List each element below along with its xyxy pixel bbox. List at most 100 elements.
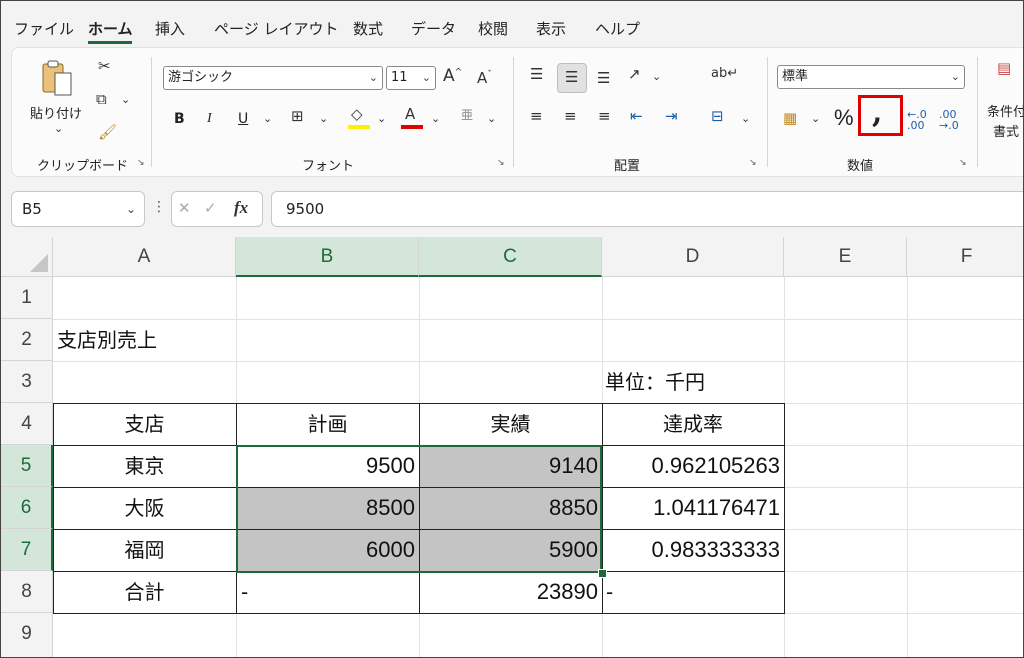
format-painter-icon[interactable]: 🖌 <box>98 125 117 140</box>
chevron-down-icon: ⌄ <box>950 70 960 83</box>
cancel-icon[interactable]: ✕ <box>178 201 191 216</box>
accounting-dropdown-icon[interactable]: ⌄ <box>811 113 820 124</box>
cut-icon[interactable]: ✂ <box>98 59 111 74</box>
align-center-icon[interactable]: ≡ <box>564 109 577 124</box>
font-size-combo[interactable]: 11 ⌄ <box>386 66 436 90</box>
tab-data[interactable]: データ <box>411 18 456 39</box>
row-header-7[interactable]: 7 <box>1 529 53 571</box>
row-header-3[interactable]: 3 <box>1 361 53 403</box>
increase-decimal-icon[interactable]: ←.0.00 <box>907 109 927 131</box>
cell-a4[interactable]: 支店 <box>53 403 236 445</box>
cell-a5[interactable]: 東京 <box>53 445 236 487</box>
bottom-align-icon[interactable]: ☰ <box>597 71 610 86</box>
cell-b4[interactable]: 計画 <box>236 403 419 445</box>
merge-center-icon[interactable]: ⊟ <box>711 109 724 124</box>
row-header-8[interactable]: 8 <box>1 571 53 613</box>
fill-handle[interactable] <box>598 569 607 578</box>
copy-icon[interactable]: ⧉ <box>96 92 107 107</box>
bold-button[interactable]: B <box>174 111 185 127</box>
font-name-combo[interactable]: 游ゴシック ⌄ <box>163 66 383 90</box>
cell-d6[interactable]: 1.041176471 <box>602 487 784 529</box>
column-header-d[interactable]: D <box>602 237 784 277</box>
fill-color-icon[interactable]: ◇ <box>351 107 363 122</box>
accounting-format-icon[interactable]: ▦ <box>783 111 797 126</box>
middle-align-button[interactable]: ☰ <box>557 63 587 93</box>
paste-dropdown-icon[interactable]: ⌄ <box>54 123 63 134</box>
row-header-1[interactable]: 1 <box>1 277 53 319</box>
column-header-b[interactable]: B <box>236 237 419 277</box>
underline-button[interactable]: U <box>238 111 248 127</box>
clipboard-launcher-icon[interactable]: ↘ <box>137 159 146 168</box>
paste-label[interactable]: 貼り付け <box>30 103 82 122</box>
orientation-dropdown-icon[interactable]: ⌄ <box>652 71 661 82</box>
percent-style-button[interactable]: % <box>834 105 854 131</box>
row-header-4[interactable]: 4 <box>1 403 53 445</box>
tab-file[interactable]: ファイル <box>14 18 74 39</box>
cell-a7[interactable]: 福岡 <box>53 529 236 571</box>
formula-input[interactable]: 9500 <box>271 191 1023 227</box>
conditional-formatting-label-2[interactable]: 書式 <box>993 121 1019 140</box>
orientation-icon[interactable]: ↗ <box>628 67 641 82</box>
cell-d7[interactable]: 0.983333333 <box>602 529 784 571</box>
tab-home[interactable]: ホーム <box>88 18 133 39</box>
tab-view[interactable]: 表示 <box>536 18 566 39</box>
borders-dropdown-icon[interactable]: ⌄ <box>319 113 328 124</box>
column-header-a[interactable]: A <box>53 237 236 277</box>
phonetic-guide-icon[interactable]: 亜 <box>461 109 473 121</box>
active-tab-indicator <box>88 41 132 44</box>
fill-color-dropdown-icon[interactable]: ⌄ <box>377 113 386 124</box>
column-header-e[interactable]: E <box>784 237 907 277</box>
paste-icon[interactable] <box>39 59 79 96</box>
borders-icon[interactable]: ⊞ <box>291 109 304 124</box>
tab-help[interactable]: ヘルプ <box>595 18 640 39</box>
select-all-corner[interactable] <box>1 237 53 277</box>
number-launcher-icon[interactable]: ↘ <box>959 159 968 168</box>
merge-dropdown-icon[interactable]: ⌄ <box>741 113 750 124</box>
wrap-text-icon[interactable]: ab↵ <box>711 67 738 80</box>
conditional-formatting-label-1[interactable]: 条件付 <box>987 101 1023 120</box>
phonetic-dropdown-icon[interactable]: ⌄ <box>487 113 496 124</box>
font-color-icon[interactable]: A <box>405 107 415 122</box>
row-header-2[interactable]: 2 <box>1 319 53 361</box>
increase-indent-icon[interactable]: ⇥ <box>665 109 678 124</box>
conditional-formatting-icon[interactable]: ▤ <box>997 61 1011 76</box>
font-group-label: フォント <box>302 159 355 174</box>
copy-dropdown-icon[interactable]: ⌄ <box>121 94 130 105</box>
decrease-indent-icon[interactable]: ⇤ <box>630 109 643 124</box>
column-header-c[interactable]: C <box>419 237 602 277</box>
enter-icon[interactable]: ✓ <box>204 201 217 216</box>
insert-function-button[interactable]: fx <box>234 198 248 218</box>
row-header-5[interactable]: 5 <box>1 445 53 487</box>
number-format-combo[interactable]: 標準 ⌄ <box>777 65 965 89</box>
column-header-f[interactable]: F <box>907 237 1023 277</box>
cell-a6[interactable]: 大阪 <box>53 487 236 529</box>
underline-dropdown-icon[interactable]: ⌄ <box>263 113 272 124</box>
tab-insert[interactable]: 挿入 <box>155 18 185 39</box>
tab-review[interactable]: 校閲 <box>478 18 508 39</box>
more-options-icon[interactable]: ⋮ <box>152 200 166 214</box>
row-header-6[interactable]: 6 <box>1 487 53 529</box>
cell-d4[interactable]: 達成率 <box>602 403 784 445</box>
cell-a2[interactable]: 支店別売上 <box>57 319 237 361</box>
cell-d5[interactable]: 0.962105263 <box>602 445 784 487</box>
row-header-9[interactable]: 9 <box>1 613 53 657</box>
cell-c4[interactable]: 実績 <box>419 403 602 445</box>
align-left-icon[interactable]: ≡ <box>530 109 543 124</box>
cell-d8[interactable]: - <box>606 571 784 613</box>
decrease-font-size-icon[interactable]: Aˇ <box>477 71 492 86</box>
tab-formulas[interactable]: 数式 <box>353 18 383 39</box>
cell-b8[interactable]: - <box>241 571 419 613</box>
font-color-dropdown-icon[interactable]: ⌄ <box>431 113 440 124</box>
align-right-icon[interactable]: ≡ <box>598 109 611 124</box>
name-box[interactable]: B5 ⌄ <box>11 191 145 227</box>
tab-page-layout[interactable]: ページ レイアウト <box>214 18 338 39</box>
font-launcher-icon[interactable]: ↘ <box>497 159 506 168</box>
italic-button[interactable]: I <box>207 111 212 127</box>
alignment-launcher-icon[interactable]: ↘ <box>749 159 758 168</box>
cell-d3[interactable]: 単位：千円 <box>605 361 783 403</box>
top-align-icon[interactable]: ☰ <box>530 67 543 82</box>
cell-a8[interactable]: 合計 <box>53 571 236 613</box>
increase-font-size-icon[interactable]: A^ <box>443 68 462 85</box>
decrease-decimal-icon[interactable]: .00 →.0 <box>939 109 959 131</box>
cell-c8[interactable]: 23890 <box>419 571 602 613</box>
